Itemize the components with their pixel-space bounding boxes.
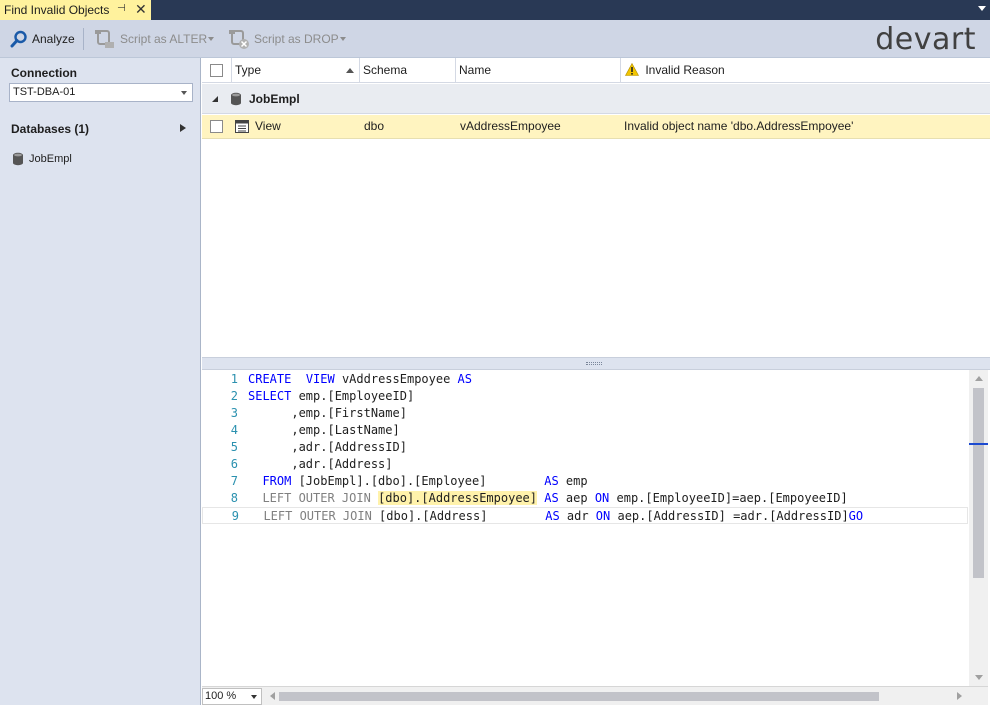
scroll-right-icon[interactable] (957, 692, 962, 700)
connection-select[interactable]: TST-DBA-01 (9, 83, 193, 102)
code-line[interactable]: 1 CREATE VIEW vAddressEmpoyee AS (202, 371, 968, 388)
select-all-checkbox[interactable] (210, 64, 223, 77)
code-text: ,adr.[Address] (248, 457, 393, 471)
code-text: ,adr.[AddressID] (248, 440, 407, 454)
line-number: 9 (231, 509, 239, 523)
tab-find-invalid-objects[interactable]: Find Invalid Objects ⊣ ✕ (0, 0, 151, 20)
toolbar-separator (83, 28, 84, 50)
line-number: 3 (230, 406, 238, 420)
code-text: FROM [JobEmpl].[dbo].[Employee] AS emp (262, 474, 588, 488)
code-line[interactable]: 5 ,adr.[AddressID] (202, 439, 968, 456)
zoom-value: 100 % (205, 690, 237, 702)
view-icon (235, 120, 249, 133)
toolbar: Analyze Script as ALTER Script as DROP d… (0, 20, 990, 58)
connection-label: Connection (11, 66, 77, 80)
code-line[interactable]: 4 ,emp.[LastName] (202, 422, 968, 439)
row-checkbox[interactable] (210, 120, 223, 133)
line-number: 2 (230, 389, 238, 403)
magnifier-icon (10, 30, 27, 48)
chevron-down-icon (181, 91, 187, 95)
cell-schema: dbo (364, 119, 385, 133)
code-text: ,emp.[LastName] (248, 423, 400, 437)
line-number: 1 (230, 372, 238, 386)
tab-title: Find Invalid Objects (4, 3, 110, 17)
code-text: SELECT emp.[EmployeeID] (248, 389, 415, 403)
code-text: ,emp.[FirstName] (248, 406, 407, 420)
code-line[interactable]: 3 ,emp.[FirstName] (202, 405, 968, 422)
analyze-button[interactable]: Analyze (10, 28, 75, 50)
script-as-drop-button[interactable]: Script as DROP (228, 28, 339, 50)
devart-logo: devart (875, 22, 976, 57)
analyze-label: Analyze (32, 32, 75, 46)
code-line[interactable]: 2 SELECT emp.[EmployeeID] (202, 388, 968, 405)
script-drop-icon (229, 30, 249, 49)
select-all-cell (202, 58, 232, 83)
column-header-name[interactable]: Name (456, 58, 621, 83)
databases-label: Databases (1) (11, 122, 90, 136)
line-number: 4 (230, 423, 238, 437)
line-number: 5 (230, 440, 238, 454)
grid-header: Type Schema Name Invalid Reason (202, 58, 990, 83)
warning-icon (624, 62, 640, 76)
horizontal-scrollbar-thumb[interactable] (279, 692, 879, 701)
code-line[interactable]: 9 LEFT OUTER JOIN [dbo].[Address] AS adr… (202, 507, 968, 524)
line-number: 7 (230, 474, 238, 488)
column-header-type-label: Type (235, 63, 262, 77)
pin-icon[interactable]: ⊣ (117, 3, 126, 14)
column-header-reason-label: Invalid Reason (645, 63, 725, 77)
column-header-schema[interactable]: Schema (360, 58, 456, 83)
results-grid: Type Schema Name Invalid Reason JobEmpl (202, 58, 990, 358)
collapse-icon[interactable] (212, 96, 218, 102)
script-alter-icon (95, 30, 114, 48)
zoom-select[interactable]: 100 % (202, 688, 262, 705)
code-line[interactable]: 8 LEFT OUTER JOIN [dbo].[AddressEmpoyee]… (202, 490, 968, 507)
scrollbar-thumb[interactable] (973, 388, 984, 578)
drop-dropdown-icon[interactable] (340, 37, 346, 41)
tab-list-dropdown-icon[interactable] (978, 6, 986, 11)
code-text: CREATE VIEW vAddressEmpoyee AS (248, 372, 472, 386)
code-text: LEFT OUTER JOIN [dbo].[Address] AS adr O… (263, 509, 864, 523)
column-header-name-label: Name (459, 63, 492, 77)
column-header-invalid-reason[interactable]: Invalid Reason (621, 58, 990, 83)
script-as-drop-label: Script as DROP (254, 32, 339, 46)
splitter[interactable] (202, 358, 990, 369)
code-text: LEFT OUTER JOIN [dbo].[AddressEmpoyee] A… (262, 491, 848, 505)
sql-editor[interactable]: 1 CREATE VIEW vAddressEmpoyee AS 2 SELECT e… (202, 369, 990, 705)
column-header-type[interactable]: Type (232, 58, 360, 83)
line-number: 6 (230, 457, 238, 471)
group-row-jobempl[interactable]: JobEmpl (202, 84, 990, 114)
database-item-label: JobEmpl (29, 153, 72, 165)
database-icon (231, 92, 241, 106)
caret-position-marker (969, 443, 988, 445)
alter-dropdown-icon[interactable] (208, 37, 214, 41)
document-tab-strip: Find Invalid Objects ⊣ ✕ (0, 0, 990, 20)
code-line[interactable]: 6 ,adr.[Address] (202, 456, 968, 473)
database-item-jobempl[interactable]: JobEmpl (12, 152, 72, 166)
left-panel: Connection TST-DBA-01 Databases (1) JobE… (0, 58, 201, 705)
horizontal-scrollbar-bar: 100 % (202, 686, 988, 705)
cell-type: View (255, 119, 281, 133)
scroll-down-icon[interactable] (975, 675, 983, 680)
close-icon[interactable]: ✕ (135, 1, 147, 17)
script-as-alter-label: Script as ALTER (120, 32, 208, 46)
cell-name: vAddressEmpoyee (460, 119, 561, 133)
scroll-up-icon[interactable] (975, 376, 983, 381)
database-icon (13, 152, 23, 166)
code-line[interactable]: 7 FROM [JobEmpl].[dbo].[Employee] AS emp (202, 473, 968, 490)
scroll-left-icon[interactable] (270, 692, 275, 700)
column-header-schema-label: Schema (363, 63, 408, 77)
chevron-down-icon (251, 695, 257, 699)
line-number: 8 (230, 491, 238, 505)
cell-invalid-reason: Invalid object name 'dbo.AddressEmpoyee' (624, 119, 854, 133)
sort-ascending-icon (346, 68, 354, 73)
group-label: JobEmpl (249, 92, 300, 106)
connection-value: TST-DBA-01 (13, 86, 76, 98)
databases-expand-icon[interactable] (180, 124, 186, 132)
script-as-alter-button[interactable]: Script as ALTER (94, 28, 207, 50)
vertical-scrollbar[interactable] (969, 370, 988, 686)
table-row[interactable]: View dbo vAddressEmpoyee Invalid object … (202, 115, 990, 139)
splitter-grip-icon[interactable] (586, 362, 602, 365)
